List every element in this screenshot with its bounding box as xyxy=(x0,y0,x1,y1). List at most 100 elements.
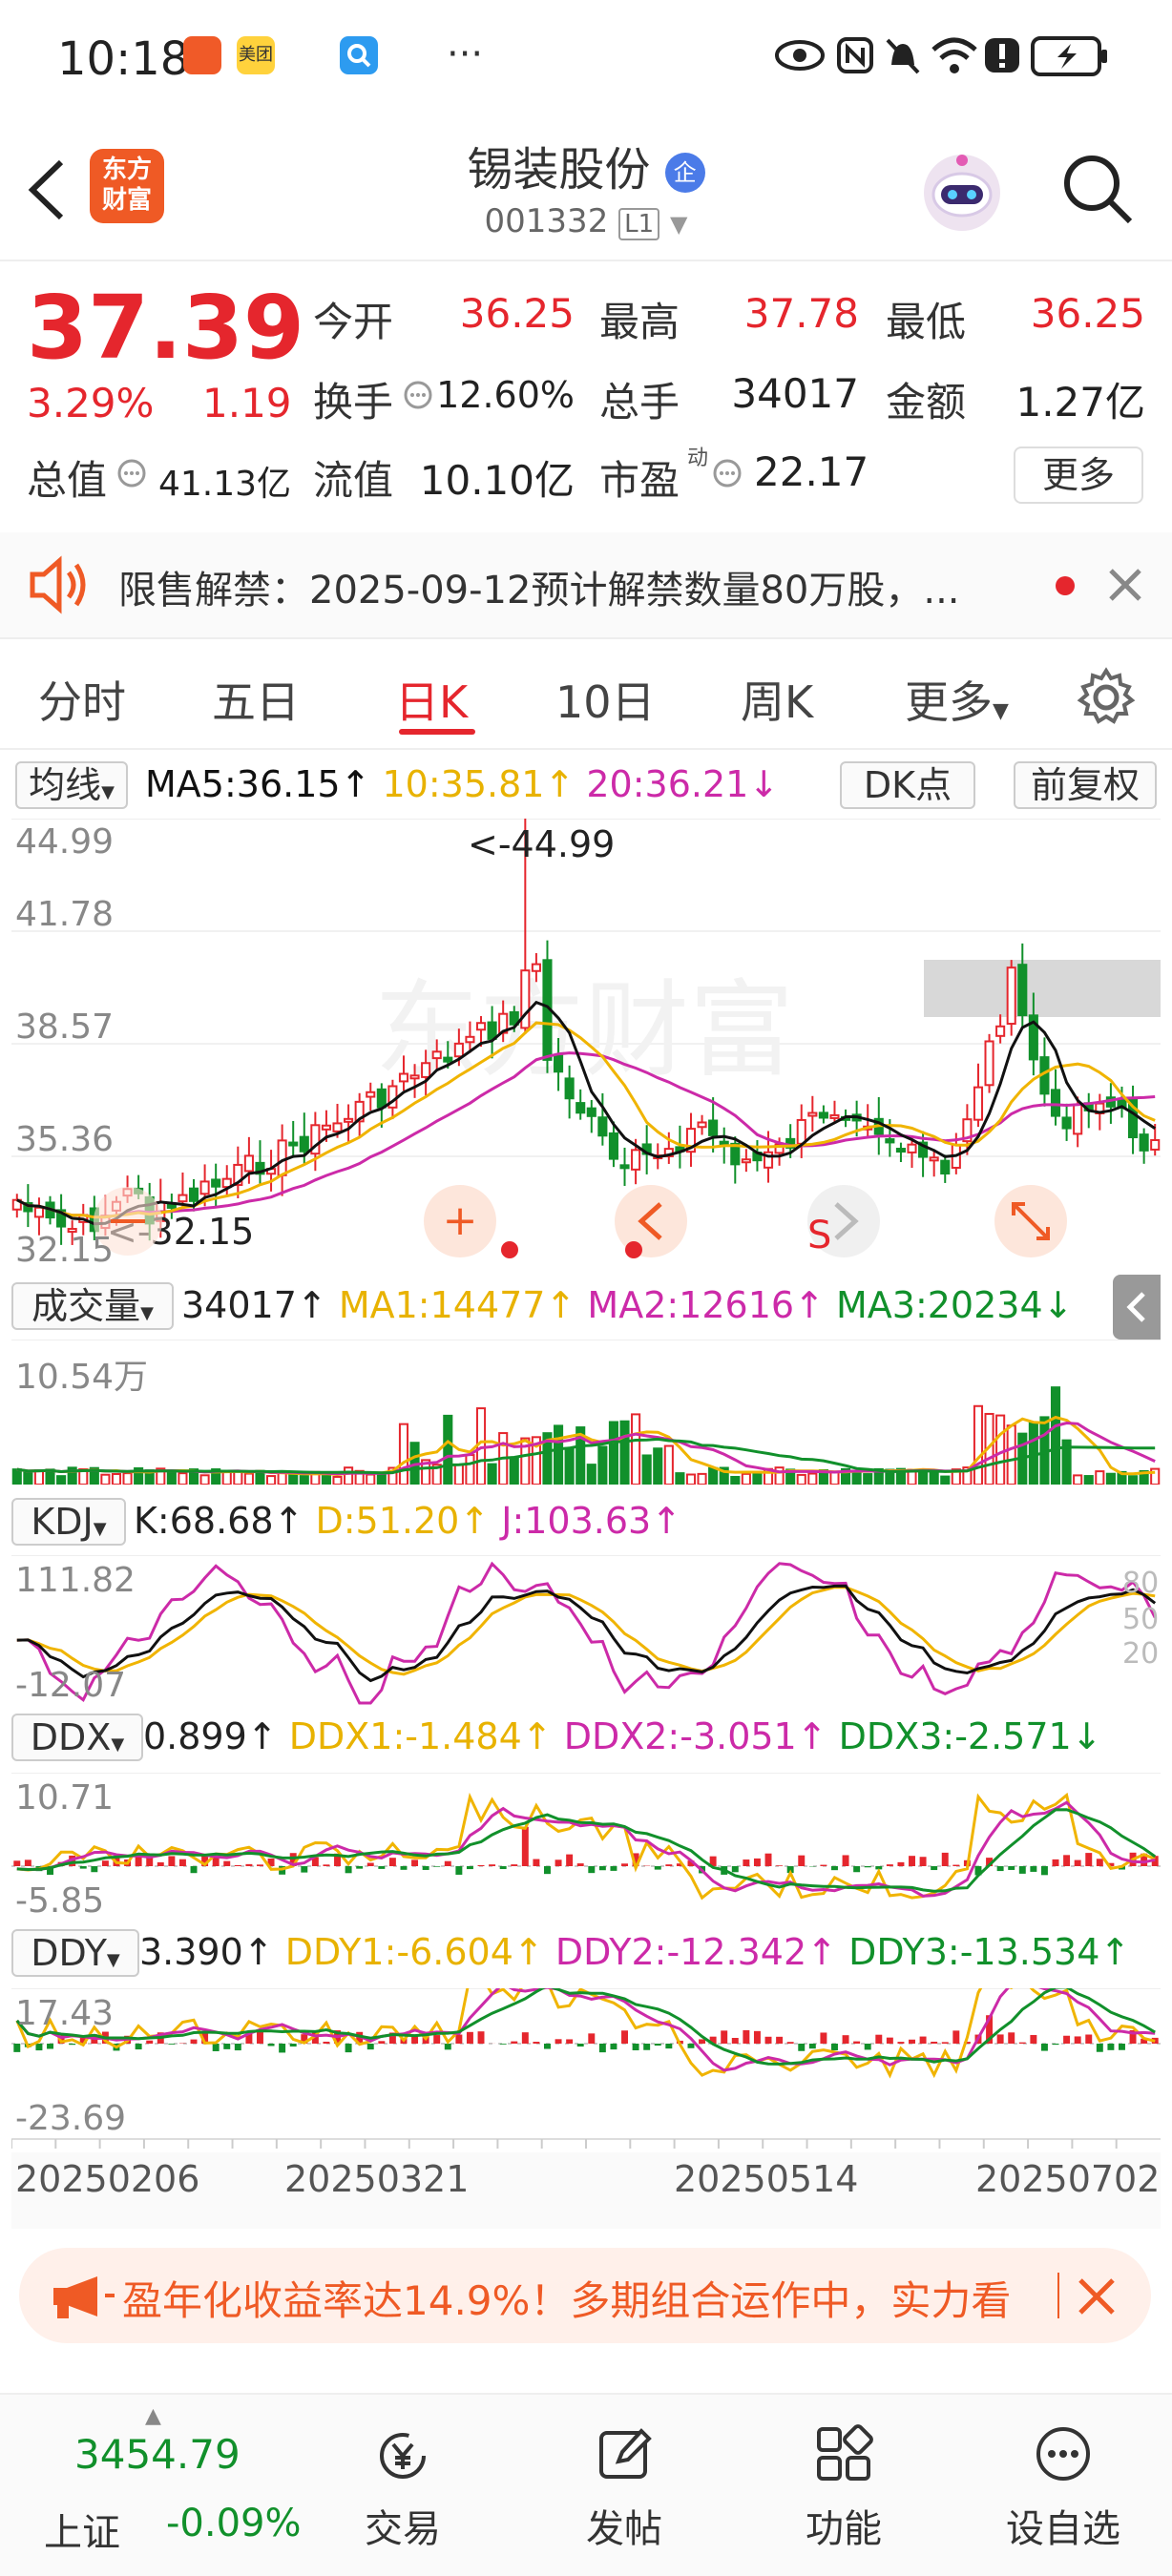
ddx-bar xyxy=(864,1866,871,1868)
tab-ten-day[interactable]: 10日 xyxy=(555,668,656,731)
tab-more[interactable]: 更多▼ xyxy=(905,668,1009,731)
volume-bar xyxy=(266,1475,277,1485)
ddx-bar xyxy=(1040,1866,1048,1876)
candle-body xyxy=(1150,1139,1161,1151)
index-ticker[interactable]: ▲ 3454.79 上证 -0.09% xyxy=(19,2404,305,2566)
info-dots-icon[interactable] xyxy=(712,458,743,488)
ddy-bar xyxy=(323,2041,330,2044)
x-date-label: 20250321 xyxy=(284,2158,470,2200)
kdj-selector[interactable]: KDJ▼ xyxy=(11,1498,126,1546)
turnover-value: 12.60% xyxy=(436,374,575,416)
kdj-y-top: 111.82 xyxy=(15,1561,136,1600)
tab-daily-k[interactable]: 日K xyxy=(395,668,468,731)
ddy-bar xyxy=(699,2039,706,2044)
candle-body xyxy=(818,1111,828,1119)
ddx-bar xyxy=(621,1863,628,1866)
candle-body xyxy=(1017,964,1028,1017)
banner-separator xyxy=(1057,2273,1059,2318)
ddx-bar xyxy=(13,1860,21,1866)
volume-bar xyxy=(332,1475,343,1485)
unread-dot xyxy=(1056,576,1075,595)
close-icon[interactable] xyxy=(1077,2276,1117,2316)
volume-selector[interactable]: 成交量▼ xyxy=(11,1282,174,1330)
ddy-bar xyxy=(919,2036,927,2044)
ddx-bar xyxy=(521,1826,529,1866)
volume-bar xyxy=(299,1475,309,1485)
volume-ma3: MA3:20234↓ xyxy=(835,1284,1074,1326)
collapse-panel-button[interactable] xyxy=(1113,1275,1161,1340)
candle-body xyxy=(973,1086,984,1121)
info-dots-icon[interactable] xyxy=(403,380,433,410)
ddx-bar xyxy=(598,1866,606,1871)
candle-body xyxy=(366,1091,376,1098)
ddx-values: 0.899↑ DDX1:-1.484↑ DDX2:-3.051↑ DDX3:-2… xyxy=(143,1715,1172,1757)
ma-selector[interactable]: 均线▼ xyxy=(15,761,128,809)
amount-label: 金额 xyxy=(886,379,967,426)
kdj-ref-80: 80 xyxy=(1122,1567,1160,1600)
low-value: 36.25 xyxy=(1030,290,1145,337)
settings-gear-icon[interactable] xyxy=(1075,666,1138,729)
volume-bar xyxy=(685,1473,697,1485)
tab-five-day[interactable]: 五日 xyxy=(212,668,300,731)
notice-bar[interactable]: 限售解禁：2025-09-12预计解禁数量80万股，... xyxy=(0,532,1172,637)
ddy2-line xyxy=(15,1988,1156,2072)
ddy-values: 3.390↑ DDY1:-6.604↑ DDY2:-12.342↑ DDY3:-… xyxy=(139,1931,1172,1973)
tab-intraday[interactable]: 分时 xyxy=(38,668,126,731)
ddx-bar xyxy=(1085,1853,1093,1866)
ddx-y-bottom: -5.85 xyxy=(15,1881,105,1921)
ddx-bar xyxy=(489,1864,496,1866)
ddx-bar xyxy=(168,1856,176,1866)
ddx-bar xyxy=(1008,1866,1015,1870)
ddy-bar xyxy=(1107,2044,1115,2050)
price-adjust-selector[interactable]: 前复权 xyxy=(1014,761,1157,809)
ddx-bar xyxy=(301,1866,308,1873)
ddy-bar xyxy=(477,2031,485,2044)
more-dots-circle-icon xyxy=(1036,2427,1090,2481)
candle-body xyxy=(531,963,541,972)
candle-body xyxy=(475,1022,487,1031)
kline-chart[interactable]: 东方财富 <-44.99 <-32.15 + S xyxy=(11,819,1161,1269)
edit-post-icon xyxy=(599,2428,652,2479)
volume-bar xyxy=(730,1475,741,1485)
info-dots-icon[interactable] xyxy=(116,458,147,488)
ddy-bar xyxy=(1063,2035,1071,2044)
kline-y-label: 35.36 xyxy=(15,1120,115,1159)
tab-weekly-k[interactable]: 周K xyxy=(741,668,813,731)
ddy-bar xyxy=(808,2044,816,2049)
ddx-bar xyxy=(842,1855,849,1866)
candle-body xyxy=(895,1148,906,1153)
dropdown-arrow-icon: ▼ xyxy=(993,699,1009,723)
ddx-bar xyxy=(466,1866,473,1870)
scroll-left-button[interactable] xyxy=(615,1185,687,1257)
more-button[interactable]: 更多 xyxy=(1014,447,1143,504)
volume-bar xyxy=(344,1466,354,1485)
ddy3-value: DDY3:-13.534↑ xyxy=(848,1931,1131,1973)
volume-bar xyxy=(752,1472,763,1485)
robot-assistant-icon[interactable] xyxy=(918,149,1006,237)
search-icon[interactable] xyxy=(1059,151,1136,227)
up-caret-icon: ▲ xyxy=(145,2404,161,2428)
ddx-bar xyxy=(511,1864,518,1866)
candle-body xyxy=(443,1056,453,1063)
stock-code: 001332 xyxy=(484,202,609,240)
ddy-selector[interactable]: DDY▼ xyxy=(11,1929,139,1977)
promo-banner[interactable]: 盈年化收益率达14.9%！多期组合运作中，实力看 xyxy=(19,2248,1151,2343)
ddx-bar xyxy=(422,1866,429,1870)
volume-bar xyxy=(796,1473,806,1485)
candle-body xyxy=(421,1062,431,1078)
volume-bar xyxy=(708,1466,719,1485)
ddx-bar xyxy=(654,1866,661,1870)
event-dot[interactable] xyxy=(501,1241,518,1258)
dk-point-selector[interactable]: DK点 xyxy=(840,761,975,809)
ddx-bar xyxy=(178,1859,186,1866)
volume-bar xyxy=(697,1472,707,1485)
ddy-bar xyxy=(864,2044,871,2050)
ddx-bar xyxy=(1018,1866,1026,1874)
ddx-bar xyxy=(190,1866,198,1874)
ddx-selector[interactable]: DDX▼ xyxy=(11,1714,143,1761)
ddy1-line xyxy=(15,1988,1156,2079)
ddy-bar xyxy=(433,2035,441,2044)
event-dot[interactable] xyxy=(625,1241,642,1258)
ddy-bar xyxy=(931,2041,938,2044)
close-icon[interactable] xyxy=(1107,567,1143,603)
